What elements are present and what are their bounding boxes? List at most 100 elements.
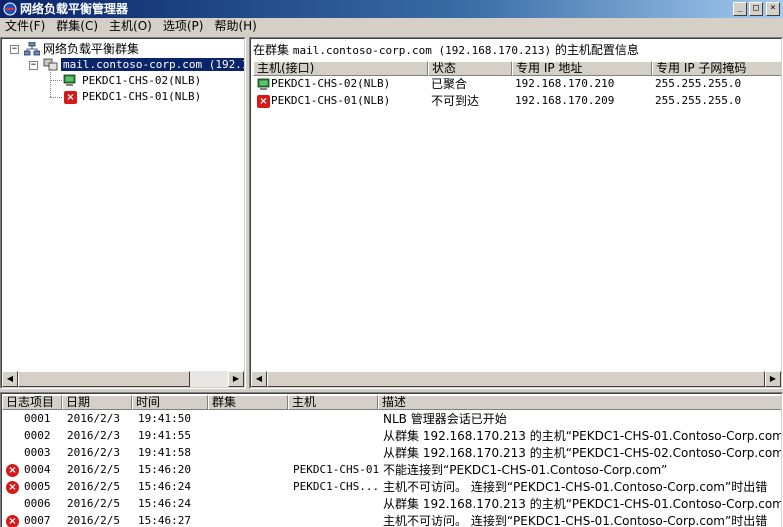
title-bar: 网络负载平衡管理器 _ □ ×	[0, 0, 783, 18]
menu-file[interactable]: 文件(F)	[0, 18, 51, 36]
network-cluster-icon	[24, 42, 40, 56]
log-entry-id: 0007	[24, 514, 51, 527]
header-prefix: 在群集	[253, 43, 293, 57]
log-entry-date: 2016/2/5	[67, 463, 120, 476]
host-error-icon: ×	[64, 91, 77, 104]
host-ip: 192.168.170.210	[515, 77, 615, 90]
close-button[interactable]: ×	[766, 2, 780, 16]
host-row[interactable]: PEKDC1-CHS-02(NLB) 已聚合 192.168.170.210 2…	[251, 76, 781, 93]
log-entry-id: 0005	[24, 480, 51, 493]
log-pane: 日志项目 日期 时间 群集 主机 描述 0001 2016/2/3 19:41:50…	[0, 392, 783, 527]
window-title: 网络负载平衡管理器	[20, 2, 129, 16]
tree-host-item-01[interactable]: PEKDC1-CHS-01(NLB)	[82, 89, 201, 105]
log-row[interactable]: 0003 2016/2/3 19:41:58 从群集 192.168.170.213 …	[2, 445, 782, 462]
host-row[interactable]: × PEKDC1-CHS-01(NLB) 不可到达 192.168.170.20…	[251, 93, 781, 110]
menu-bar: 文件(F) 群集(C) 主机(O) 选项(P) 帮助(H)	[0, 18, 783, 36]
tree-host-item-02[interactable]: PEKDC1-CHS-02(NLB)	[82, 73, 201, 89]
tree-cluster-label: mail.contoso-corp.com (192.168	[61, 58, 244, 71]
tree-cluster-expander[interactable]: −	[29, 61, 38, 70]
log-row[interactable]: 0002 2016/2/3 19:41:55 从群集 192.168.170.213 …	[2, 428, 782, 445]
minimize-button[interactable]: _	[733, 2, 747, 16]
menu-help[interactable]: 帮助(H)	[209, 18, 262, 36]
tree-connector	[50, 97, 62, 98]
scroll-right-button[interactable]: ▶	[765, 371, 781, 387]
log-entry-date: 2016/2/5	[67, 514, 120, 527]
log-error-icon: ×	[6, 481, 19, 494]
scroll-left-button[interactable]: ◀	[251, 371, 267, 387]
log-entry-description: 主机不可访问。 连接到“PEKDC1-CHS-01.Contoso-Corp.c…	[383, 514, 768, 527]
log-entry-id: 0006	[24, 497, 51, 510]
log-entry-date: 2016/2/3	[67, 412, 120, 425]
tree-hscrollbar[interactable]: ◀ ▶	[2, 371, 244, 387]
log-entry-description: 不能连接到“PEKDC1-CHS-01.Contoso-Corp.com”	[383, 463, 668, 477]
log-row[interactable]: × 0004 2016/2/5 15:46:20 PEKDC1-CHS-01 不能连接到“…	[2, 462, 781, 479]
log-row[interactable]: 0001 2016/2/3 19:41:50 NLB 管理器会话已开始	[2, 411, 781, 428]
log-entry-time: 15:46:24	[138, 497, 191, 510]
maximize-button[interactable]: □	[749, 2, 763, 16]
menu-cluster[interactable]: 群集(C)	[51, 18, 104, 36]
tree-root-label[interactable]: 网络负载平衡群集	[43, 41, 139, 57]
log-entry-time: 19:41:58	[138, 446, 191, 459]
scroll-left-button[interactable]: ◀	[2, 371, 18, 387]
log-entry-time: 19:41:55	[138, 429, 191, 442]
log-row[interactable]: 0006 2016/2/5 15:46:24 从群集 192.168.170.213 …	[2, 496, 782, 513]
col-host[interactable]: 主机(接口)	[253, 61, 428, 76]
header-cluster: mail.contoso-corp.com (192.168.170.213)	[292, 44, 552, 57]
col-dedicated-mask[interactable]: 专用 IP 子网掩码	[652, 61, 781, 76]
log-error-icon: ×	[6, 464, 19, 477]
log-entry-host: PEKDC1-CHS...	[293, 480, 380, 493]
log-entry-description: 从群集 192.168.170.213 的主机“PEKDC1-CHS-01.Co…	[383, 429, 782, 443]
log-entry-description: 主机不可访问。 连接到“PEKDC1-CHS-01.Contoso-Corp.c…	[383, 480, 768, 494]
log-col-time[interactable]: 时间	[132, 395, 208, 410]
log-col-description[interactable]: 描述	[378, 395, 781, 410]
log-entry-date: 2016/2/3	[67, 429, 120, 442]
menu-options[interactable]: 选项(P)	[158, 18, 210, 36]
host-config-pane: 在群集 mail.contoso-corp.com (192.168.170.2…	[249, 37, 783, 389]
log-entry-date: 2016/2/5	[67, 497, 120, 510]
log-entry-time: 15:46:27	[138, 514, 191, 527]
log-col-cluster[interactable]: 群集	[208, 395, 288, 410]
log-entry-host: PEKDC1-CHS-01	[293, 463, 380, 476]
log-entry-time: 15:46:24	[138, 480, 191, 493]
log-entry-description: 从群集 192.168.170.213 的主机“PEKDC1-CHS-02.Co…	[383, 446, 782, 460]
log-col-host[interactable]: 主机	[288, 395, 378, 410]
log-entry-id: 0002	[24, 429, 51, 442]
log-entry-time: 19:41:50	[138, 412, 191, 425]
scroll-thumb[interactable]	[18, 371, 190, 387]
host-name: PEKDC1-CHS-01(NLB)	[271, 94, 391, 107]
host-ip: 192.168.170.209	[515, 94, 615, 107]
host-name: PEKDC1-CHS-02(NLB)	[271, 77, 391, 90]
host-error-icon: ×	[257, 95, 270, 108]
host-status: 已聚合	[431, 77, 468, 91]
menu-host[interactable]: 主机(O)	[104, 18, 158, 36]
tree-connector	[50, 80, 62, 81]
host-status: 不可到达	[431, 94, 480, 108]
host-hscrollbar[interactable]: ◀ ▶	[251, 371, 781, 387]
host-config-header: 在群集 mail.contoso-corp.com (192.168.170.2…	[253, 41, 639, 59]
log-entry-id: 0001	[24, 412, 51, 425]
cluster-tree-pane: − 网络负载平衡群集 − mail.contoso-corp.com (192.…	[0, 37, 246, 389]
scroll-right-button[interactable]: ▶	[228, 371, 244, 387]
host-ok-icon	[257, 78, 270, 90]
log-entry-time: 15:46:20	[138, 463, 191, 476]
tree-root-expander[interactable]: −	[10, 45, 19, 54]
log-entry-date: 2016/2/5	[67, 480, 120, 493]
log-entry-id: 0003	[24, 446, 51, 459]
tree-connector	[50, 70, 51, 97]
tree-cluster-item[interactable]: mail.contoso-corp.com (192.168	[61, 57, 244, 73]
header-suffix: 的主机配置信息	[551, 43, 639, 57]
log-row[interactable]: × 0005 2016/2/5 15:46:24 PEKDC1-CHS... 主机不可访问…	[2, 479, 781, 496]
log-entry-description: 从群集 192.168.170.213 的主机“PEKDC1-CHS-01.Co…	[383, 497, 782, 511]
col-status[interactable]: 状态	[428, 61, 512, 76]
log-col-date[interactable]: 日期	[62, 395, 132, 410]
col-dedicated-ip[interactable]: 专用 IP 地址	[512, 61, 652, 76]
log-col-id[interactable]: 日志项目	[2, 395, 62, 410]
log-row[interactable]: × 0007 2016/2/5 15:46:27 主机不可访问。 连接到“PEKDC1-…	[2, 513, 781, 527]
cluster-icon	[43, 58, 58, 71]
log-entry-description: NLB 管理器会话已开始	[383, 412, 507, 426]
host-ok-icon	[63, 74, 76, 86]
host-mask: 255.255.255.0	[655, 77, 742, 90]
log-entry-date: 2016/2/3	[67, 446, 120, 459]
scroll-thumb[interactable]	[267, 371, 765, 387]
log-error-icon: ×	[6, 515, 19, 527]
